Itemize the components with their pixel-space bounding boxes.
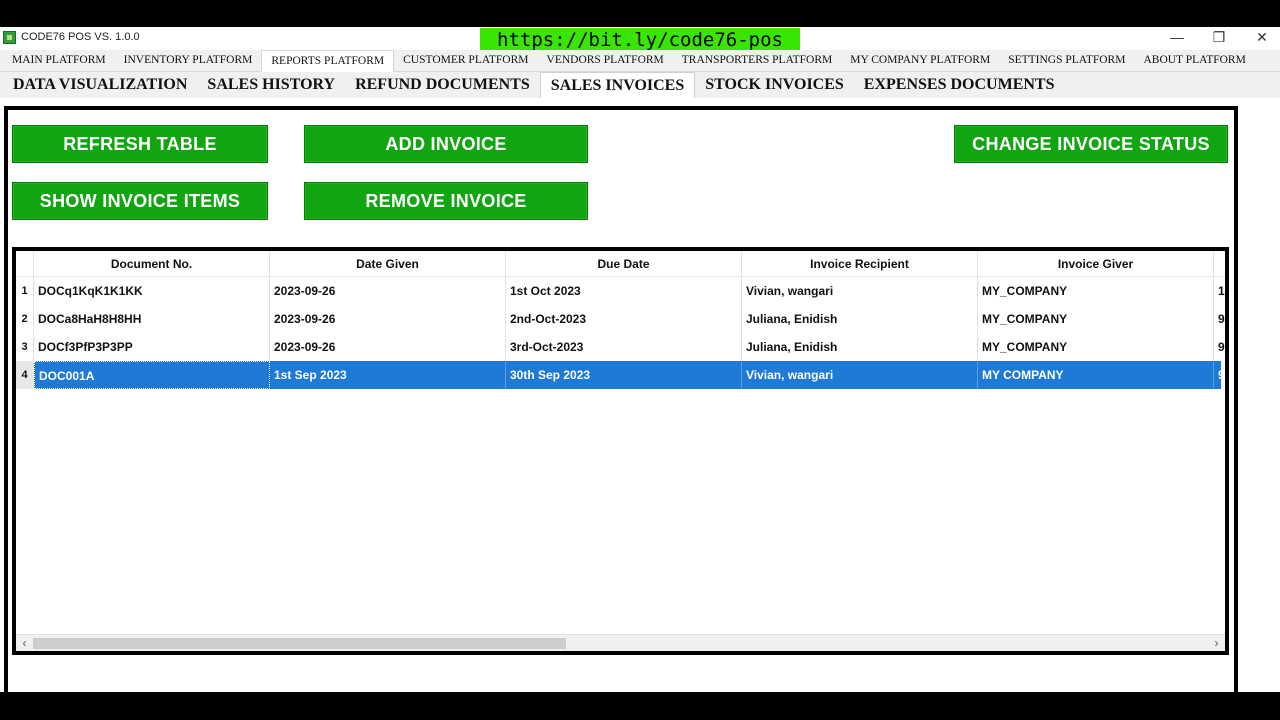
cell-invoice-giver[interactable]: MY_COMPANY	[978, 305, 1214, 333]
cell-invoice-recipient[interactable]: Vivian, wangari	[742, 361, 978, 389]
cell-date-given[interactable]: 2023-09-26	[270, 305, 506, 333]
tab-data-visualization[interactable]: DATA VISUALIZATION	[3, 72, 197, 98]
minimize-icon[interactable]: —	[1157, 27, 1197, 49]
cell-invoice-giver[interactable]: MY_COMPANY	[978, 333, 1214, 361]
cell-date-given[interactable]: 1st Sep 2023	[270, 361, 506, 389]
app-title: CODE76 POS VS. 1.0.0	[21, 31, 140, 43]
cell-due-date[interactable]: 3rd-Oct-2023	[506, 333, 742, 361]
column-header-invoice-recipient[interactable]: Invoice Recipient	[742, 251, 978, 277]
cell-invoice-recipient[interactable]: Juliana, Enidish	[742, 333, 978, 361]
app-window: CODE76 POS VS. 1.0.0 https://bit.ly/code…	[0, 27, 1280, 692]
tab-reports-platform[interactable]: REPORTS PLATFORM	[261, 50, 395, 73]
cell-due-date[interactable]: 2nd-Oct-2023	[506, 305, 742, 333]
horizontal-scrollbar[interactable]: ‹ ›	[16, 634, 1225, 651]
cell-next-column[interactable]: 94	[1214, 361, 1225, 389]
tab-settings-platform[interactable]: SETTINGS PLATFORM	[999, 50, 1134, 72]
report-sub-tab-bar: DATA VISUALIZATION SALES HISTORY REFUND …	[0, 72, 1280, 98]
column-header-date-given[interactable]: Date Given	[270, 251, 506, 277]
cell-due-date[interactable]: 30th Sep 2023	[506, 361, 742, 389]
cell-document-no[interactable]: DOCq1KqK1K1KK	[34, 277, 270, 305]
column-header-due-date[interactable]: Due Date	[506, 251, 742, 277]
change-invoice-status-button[interactable]: CHANGE INVOICE STATUS	[954, 125, 1228, 163]
platform-tab-bar: MAIN PLATFORM INVENTORY PLATFORM REPORTS…	[0, 50, 1280, 73]
close-icon[interactable]: ✕	[1242, 27, 1280, 49]
cell-date-given[interactable]: 2023-09-26	[270, 333, 506, 361]
cell-document-no[interactable]: DOCf3PfP3P3PP	[34, 333, 270, 361]
table-row[interactable]: 1 DOCq1KqK1K1KK 2023-09-26 1st Oct 2023 …	[16, 277, 1225, 305]
scroll-right-icon[interactable]: ›	[1208, 635, 1225, 651]
bottom-letterbox	[0, 692, 1280, 720]
tab-refund-documents[interactable]: REFUND DOCUMENTS	[345, 72, 540, 98]
table-row[interactable]: 2 DOCa8HaH8H8HH 2023-09-26 2nd-Oct-2023 …	[16, 305, 1225, 333]
add-invoice-button[interactable]: ADD INVOICE	[304, 125, 588, 163]
row-number: 3	[16, 333, 34, 361]
tab-customer-platform[interactable]: CUSTOMER PLATFORM	[394, 50, 537, 72]
cell-document-no[interactable]: DOCa8HaH8H8HH	[34, 305, 270, 333]
column-header-document-no[interactable]: Document No.	[34, 251, 270, 277]
sales-invoices-panel: REFRESH TABLE ADD INVOICE CHANGE INVOICE…	[4, 106, 1238, 692]
tab-sales-history[interactable]: SALES HISTORY	[197, 72, 345, 98]
cell-next-column[interactable]: 94	[1214, 305, 1225, 333]
table-row[interactable]: 3 DOCf3PfP3P3PP 2023-09-26 3rd-Oct-2023 …	[16, 333, 1225, 361]
row-number: 2	[16, 305, 34, 333]
table-header: Document No. Date Given Due Date Invoice…	[16, 251, 1225, 277]
row-number: 1	[16, 277, 34, 305]
remove-invoice-button[interactable]: REMOVE INVOICE	[304, 182, 588, 220]
column-header-invoice-giver[interactable]: Invoice Giver	[978, 251, 1214, 277]
restore-icon[interactable]: ❐	[1199, 27, 1239, 49]
scrollbar-thumb[interactable]	[33, 638, 566, 649]
cell-invoice-giver[interactable]: MY_COMPANY	[978, 277, 1214, 305]
tab-stock-invoices[interactable]: STOCK INVOICES	[695, 72, 854, 98]
cell-invoice-recipient[interactable]: Juliana, Enidish	[742, 305, 978, 333]
tab-transporters-platform[interactable]: TRANSPORTERS PLATFORM	[673, 50, 841, 72]
cell-document-no[interactable]: DOC001A	[34, 361, 270, 389]
url-banner: https://bit.ly/code76-pos	[480, 28, 800, 52]
title-bar: CODE76 POS VS. 1.0.0 https://bit.ly/code…	[0, 27, 1280, 52]
app-logo-icon	[3, 31, 16, 44]
column-header-next[interactable]	[1214, 251, 1225, 277]
tab-inventory-platform[interactable]: INVENTORY PLATFORM	[115, 50, 262, 72]
tab-my-company-platform[interactable]: MY COMPANY PLATFORM	[841, 50, 999, 72]
tab-main-platform[interactable]: MAIN PLATFORM	[3, 50, 115, 72]
table-row-selected[interactable]: 4 DOC001A 1st Sep 2023 30th Sep 2023 Viv…	[16, 361, 1225, 389]
cell-invoice-recipient[interactable]: Vivian, wangari	[742, 277, 978, 305]
invoices-table[interactable]: Document No. Date Given Due Date Invoice…	[12, 247, 1229, 655]
scroll-left-icon[interactable]: ‹	[16, 635, 33, 651]
tab-expenses-documents[interactable]: EXPENSES DOCUMENTS	[854, 72, 1065, 98]
tab-sales-invoices[interactable]: SALES INVOICES	[539, 72, 696, 98]
cell-date-given[interactable]: 2023-09-26	[270, 277, 506, 305]
cell-due-date[interactable]: 1st Oct 2023	[506, 277, 742, 305]
row-number-header	[16, 251, 34, 277]
cell-next-column[interactable]: 95	[1214, 333, 1225, 361]
cell-next-column[interactable]: 13	[1214, 277, 1225, 305]
row-number: 4	[16, 361, 34, 389]
cell-invoice-giver[interactable]: MY COMPANY	[978, 361, 1214, 389]
refresh-table-button[interactable]: REFRESH TABLE	[12, 125, 268, 163]
show-invoice-items-button[interactable]: SHOW INVOICE ITEMS	[12, 182, 268, 220]
tab-vendors-platform[interactable]: VENDORS PLATFORM	[538, 50, 673, 72]
tab-about-platform[interactable]: ABOUT PLATFORM	[1134, 50, 1254, 72]
